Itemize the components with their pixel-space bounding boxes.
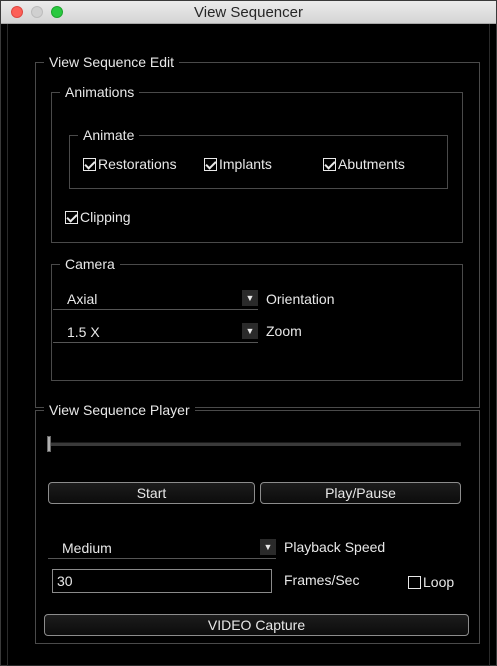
- chevron-down-icon[interactable]: ▼: [242, 323, 258, 339]
- loop-label: Loop: [423, 574, 455, 590]
- abutments-checkbox[interactable]: Abutments: [323, 155, 405, 173]
- view-sequence-player-legend: View Sequence Player: [44, 401, 195, 419]
- orientation-value: Axial: [67, 291, 98, 307]
- implants-label: Implants: [219, 156, 272, 172]
- view-sequence-edit-group: View Sequence Edit Animations Animate Re…: [35, 53, 480, 408]
- playback-speed-label: Playback Speed: [284, 539, 386, 555]
- restorations-label: Restorations: [98, 156, 177, 172]
- animations-legend: Animations: [60, 83, 140, 101]
- view-sequence-edit-legend: View Sequence Edit: [44, 53, 180, 71]
- loop-checkbox[interactable]: Loop: [408, 573, 454, 591]
- abutments-label: Abutments: [338, 156, 405, 172]
- play-pause-button[interactable]: Play/Pause: [260, 482, 461, 504]
- zoom-label: Zoom: [266, 323, 302, 339]
- orientation-label: Orientation: [266, 291, 335, 307]
- zoom-select[interactable]: 1.5 X ▼: [53, 321, 258, 343]
- window-title: View Sequencer: [194, 4, 303, 21]
- clipping-checkbox-box[interactable]: [65, 210, 78, 224]
- chevron-down-icon[interactable]: ▼: [260, 539, 276, 555]
- animations-group: Animations Animate Restorations Implants: [51, 83, 463, 243]
- playback-slider-track[interactable]: [47, 442, 461, 446]
- clipping-label: Clipping: [80, 209, 131, 225]
- camera-group: Camera Axial ▼ Orientation 1.5 X ▼ Zoom: [51, 255, 463, 381]
- frames-per-second-label: Frames/Sec: [284, 572, 360, 588]
- restorations-checkbox[interactable]: Restorations: [83, 155, 177, 173]
- view-sequencer-window: View Sequencer View Sequence Edit Animat…: [0, 0, 497, 666]
- implants-checkbox-box[interactable]: [204, 157, 217, 171]
- clipping-checkbox[interactable]: Clipping: [65, 208, 131, 226]
- restorations-checkbox-box[interactable]: [83, 157, 96, 171]
- video-capture-button[interactable]: VIDEO Capture: [44, 614, 469, 636]
- camera-legend: Camera: [60, 255, 120, 273]
- zoom-value: 1.5 X: [67, 324, 100, 340]
- title-bar[interactable]: View Sequencer: [1, 1, 496, 24]
- animate-legend: Animate: [78, 126, 140, 144]
- playback-slider-thumb[interactable]: [47, 436, 51, 452]
- start-button[interactable]: Start: [48, 482, 255, 504]
- view-sequence-player-group: View Sequence Player Start Play/Pause Me…: [35, 401, 480, 644]
- playback-speed-select[interactable]: Medium ▼: [48, 537, 276, 559]
- window-content: View Sequence Edit Animations Animate Re…: [7, 24, 490, 666]
- orientation-select[interactable]: Axial ▼: [53, 288, 258, 310]
- animate-group: Animate Restorations Implants Abutments: [69, 126, 448, 189]
- abutments-checkbox-box[interactable]: [323, 157, 336, 171]
- frames-per-second-input[interactable]: 30: [52, 569, 272, 593]
- playback-speed-value: Medium: [62, 540, 112, 556]
- implants-checkbox[interactable]: Implants: [204, 155, 272, 173]
- chevron-down-icon[interactable]: ▼: [242, 290, 258, 306]
- loop-checkbox-box[interactable]: [408, 575, 421, 589]
